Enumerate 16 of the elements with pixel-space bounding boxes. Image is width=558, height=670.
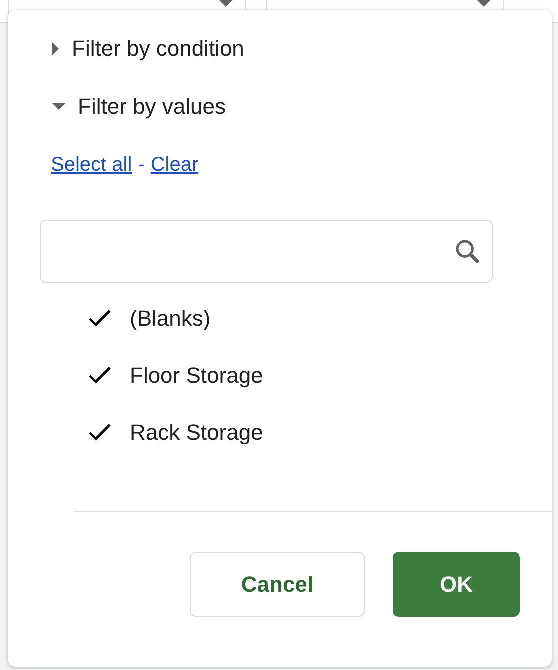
caret-icon — [52, 103, 66, 111]
value-label: Rack Storage — [130, 420, 264, 446]
caret-icon — [477, 0, 491, 7]
clear-link[interactable]: Clear — [150, 154, 199, 176]
section-toggle[interactable]: Filter by values — [8, 78, 552, 136]
cancel-button[interactable]: Cancel — [190, 552, 365, 617]
caret-icon — [219, 0, 233, 7]
select-all-link[interactable]: Select all — [51, 154, 132, 176]
search-icon — [454, 238, 482, 266]
caret-icon — [52, 42, 60, 56]
value-label: (Blanks) — [130, 306, 211, 332]
section-toggle[interactable]: Filter by condition — [8, 20, 552, 78]
separator-text: - — [138, 154, 145, 176]
value-label: Floor Storage — [130, 362, 264, 388]
search-field[interactable] — [40, 220, 493, 283]
ok-button[interactable]: OK — [393, 552, 520, 617]
